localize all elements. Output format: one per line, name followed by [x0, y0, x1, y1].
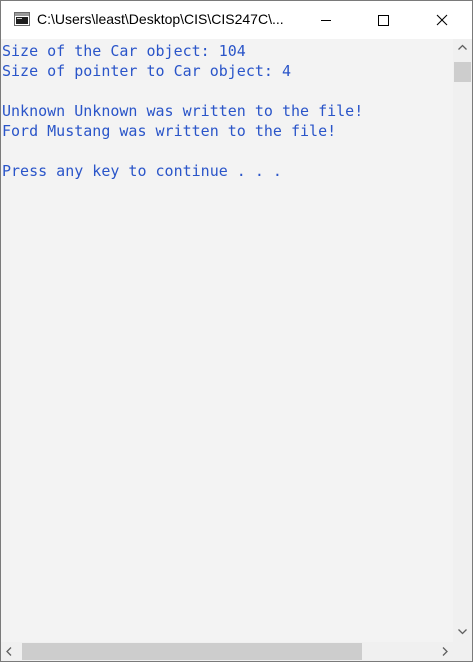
- console-output-area[interactable]: Size of the Car object: 104 Size of poin…: [1, 39, 453, 642]
- console-line: Ford Mustang was written to the file!: [2, 122, 337, 140]
- chevron-down-icon: [458, 629, 467, 635]
- console-window: C:\Users\least\Desktop\CIS\CIS247C\... S…: [0, 0, 473, 662]
- horizontal-scrollbar[interactable]: [1, 642, 453, 661]
- title-bar[interactable]: C:\Users\least\Desktop\CIS\CIS247C\...: [1, 1, 472, 39]
- close-icon: [436, 14, 448, 26]
- console-line: Size of pointer to Car object: 4: [2, 62, 291, 80]
- vertical-scrollbar[interactable]: [453, 39, 472, 642]
- vertical-scroll-thumb[interactable]: [454, 62, 471, 82]
- window-title: C:\Users\least\Desktop\CIS\CIS247C\...: [37, 11, 284, 27]
- horizontal-scroll-thumb[interactable]: [22, 643, 362, 660]
- maximize-button[interactable]: [361, 1, 407, 39]
- scrollbar-corner: [453, 642, 472, 661]
- chevron-left-icon: [6, 647, 12, 656]
- scroll-up-button[interactable]: [453, 39, 472, 56]
- console-line: Press any key to continue . . .: [2, 162, 282, 180]
- console-line: Unknown Unknown was written to the file!: [2, 102, 364, 120]
- chevron-up-icon: [458, 44, 467, 50]
- maximize-icon: [378, 15, 389, 26]
- close-button[interactable]: [419, 1, 465, 39]
- console-window-icon[interactable]: [14, 12, 30, 26]
- scroll-down-button[interactable]: [453, 623, 472, 640]
- scroll-left-button[interactable]: [1, 642, 18, 661]
- minimize-button[interactable]: [303, 1, 349, 39]
- console-line: Size of the Car object: 104: [2, 42, 246, 60]
- scroll-right-button[interactable]: [436, 642, 453, 661]
- chevron-right-icon: [442, 647, 448, 656]
- minimize-icon: [321, 20, 331, 21]
